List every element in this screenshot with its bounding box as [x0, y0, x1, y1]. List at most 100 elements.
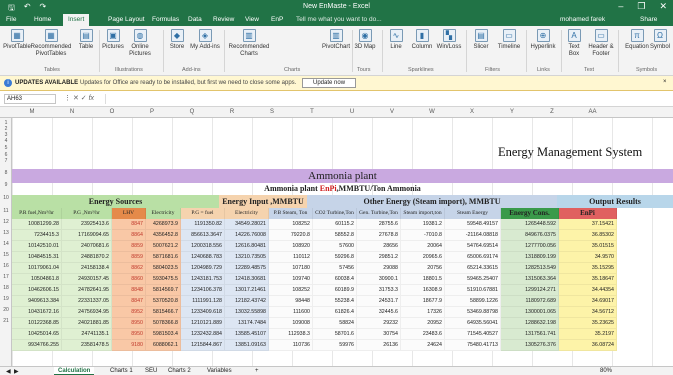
table-cell[interactable]: 1282513.549 — [501, 263, 559, 274]
pictures-button[interactable]: ▣ Pictures — [102, 29, 124, 51]
table-cell[interactable]: 1210121.889 — [181, 318, 225, 329]
table-cell[interactable]: 36.08724 — [559, 340, 617, 351]
table-cell[interactable]: 24881870.2 — [62, 252, 112, 263]
table-cell[interactable]: 110736 — [269, 340, 313, 351]
tab-enp[interactable]: EnP — [271, 16, 283, 23]
sheet-scroll-left-icon[interactable]: ◀ — [6, 368, 11, 375]
table-cell[interactable]: 32445.6 — [357, 307, 401, 318]
table-cell[interactable]: 55238.4 — [313, 296, 357, 307]
table-cell[interactable]: 24531.7 — [357, 296, 401, 307]
3d-map-button[interactable]: ◉ 3D Map — [354, 29, 376, 51]
column-header[interactable]: M — [12, 109, 52, 115]
table-row[interactable]: 10484515.31 24881870.2 8859 5871681.6 124068… — [12, 252, 673, 263]
table-cell[interactable]: 17169094.65 — [62, 230, 112, 241]
table-row[interactable]: 10425014.65 24741135.1 8950 5981503.4 123243… — [12, 329, 673, 340]
table-cell[interactable]: 30900.1 — [357, 274, 401, 285]
row-header[interactable]: 4 — [0, 138, 12, 144]
table-row[interactable]: 10179061.04 24158138.4 8862 5804023.5 120498… — [12, 263, 673, 274]
table-cell[interactable]: 10122368.85 — [12, 318, 62, 329]
table-cell[interactable]: 12289.48575 — [225, 263, 269, 274]
table-cell[interactable]: 65006.69174 — [445, 252, 501, 263]
table-cell[interactable]: 17326 — [401, 307, 445, 318]
table-cell[interactable]: 1234106.378 — [181, 285, 225, 296]
sheet-scroll-right-icon[interactable]: ▶ — [14, 368, 19, 375]
table-cell[interactable]: 1233409.618 — [181, 307, 225, 318]
table-cell[interactable]: 34.69017 — [559, 296, 617, 307]
column-header[interactable]: Y — [492, 109, 532, 115]
table-cell[interactable]: 1318809.199 — [501, 252, 559, 263]
sheet-tab[interactable]: Variables — [207, 368, 232, 374]
table-cell[interactable]: 849676.0375 — [501, 230, 559, 241]
table-cell[interactable]: 14226.76008 — [225, 230, 269, 241]
table-cell[interactable]: 1240688.783 — [181, 252, 225, 263]
table-cell[interactable]: 12182.43742 — [225, 296, 269, 307]
timeline-button[interactable]: ▭ Timeline — [496, 29, 522, 51]
table-cell[interactable]: 24782641.95 — [62, 285, 112, 296]
table-cell[interactable]: 1265448.592 — [501, 219, 559, 230]
table-cell[interactable]: 1305276.376 — [501, 340, 559, 351]
table-row[interactable]: 10431672.16 24756934.95 8952 5815466.7 12334… — [12, 307, 673, 318]
table-cell[interactable]: 10431672.16 — [12, 307, 62, 318]
table-cell[interactable]: 34549.28021 — [225, 219, 269, 230]
table-cell[interactable]: 1180972.689 — [501, 296, 559, 307]
table-cell[interactable]: 59465.25407 — [445, 274, 501, 285]
sheet-tab[interactable]: Calculation — [54, 367, 95, 375]
table-cell[interactable]: 112938.3 — [269, 329, 313, 340]
table-cell[interactable]: 8847 — [112, 296, 146, 307]
table-cell[interactable]: 24756934.95 — [62, 307, 112, 318]
zoom-level[interactable]: 80% — [600, 368, 612, 374]
table-cell[interactable]: 57456 — [313, 263, 357, 274]
table-cell[interactable]: 60189.9 — [313, 285, 357, 296]
row-header[interactable]: 10 — [0, 195, 12, 201]
row-header[interactable]: 15 — [0, 252, 12, 258]
recommended-pivot-button[interactable]: ▦ Recommended PivotTables — [31, 29, 71, 58]
table-cell[interactable]: 98448 — [269, 296, 313, 307]
table-cell[interactable]: 24930157.45 — [62, 274, 112, 285]
table-cell[interactable]: 12418.30681 — [225, 274, 269, 285]
table-cell[interactable]: 20064 — [401, 241, 445, 252]
tab-data[interactable]: Data — [188, 16, 202, 23]
column-header[interactable]: W — [412, 109, 452, 115]
table-cell[interactable]: 856613.3647 — [181, 230, 225, 241]
table-cell[interactable]: 5804023.5 — [146, 263, 181, 274]
column-header[interactable]: Q — [172, 109, 212, 115]
table-cell[interactable]: 29232 — [357, 318, 401, 329]
table-cell[interactable]: 4268973.9 — [146, 219, 181, 230]
table-cell[interactable]: 28656 — [357, 241, 401, 252]
table-cell[interactable]: 13032.55898 — [225, 307, 269, 318]
table-cell[interactable]: 5815466.7 — [146, 307, 181, 318]
table-cell[interactable]: 5981503.4 — [146, 329, 181, 340]
table-cell[interactable]: 1299124.271 — [501, 285, 559, 296]
table-cell[interactable]: 71545.40527 — [445, 329, 501, 340]
tell-me-box[interactable]: Tell me what you want to do... — [296, 16, 382, 23]
table-row[interactable]: 10504861.8 24930157.45 8860 5930475.5 124318… — [12, 274, 673, 285]
table-cell[interactable]: 108252 — [269, 219, 313, 230]
table-cell[interactable]: 18801.5 — [401, 274, 445, 285]
table-cell[interactable]: 10484515.31 — [12, 252, 62, 263]
column-sparkline-button[interactable]: ▮ Column — [410, 29, 434, 51]
table-cell[interactable]: 10179061.04 — [12, 263, 62, 274]
sheet-tab[interactable]: + — [255, 368, 259, 374]
table-cell[interactable]: 6088062.1 — [146, 340, 181, 351]
table-cell[interactable]: 1200318.556 — [181, 241, 225, 252]
column-header[interactable]: T — [292, 109, 332, 115]
column-header[interactable]: X — [452, 109, 492, 115]
table-cell[interactable]: 5370520.8 — [146, 296, 181, 307]
table-cell[interactable]: 9934766.255 — [12, 340, 62, 351]
pivot-table-button[interactable]: ▦ PivotTable — [3, 29, 31, 51]
column-header[interactable]: R — [212, 109, 252, 115]
online-pictures-button[interactable]: ◍ Online Pictures — [127, 29, 153, 58]
table-cell[interactable]: 109740 — [269, 274, 313, 285]
table-row[interactable]: 10462606.15 24782641.95 8848 5814569.7 12341… — [12, 285, 673, 296]
table-cell[interactable]: 5871681.6 — [146, 252, 181, 263]
table-cell[interactable]: 5007621.2 — [146, 241, 181, 252]
row-header[interactable]: 21 — [0, 318, 12, 324]
row-header[interactable]: 20 — [0, 307, 12, 313]
row-header[interactable]: 5 — [0, 145, 12, 151]
table-cell[interactable]: 18677.9 — [401, 296, 445, 307]
recommended-charts-button[interactable]: ▥ Recommended Charts — [229, 29, 269, 58]
column-header[interactable]: O — [92, 109, 132, 115]
text-box-button[interactable]: A Text Box — [564, 29, 584, 58]
winloss-sparkline-button[interactable]: ▚ Win/Loss — [436, 29, 462, 51]
table-cell[interactable]: 27678.8 — [357, 230, 401, 241]
